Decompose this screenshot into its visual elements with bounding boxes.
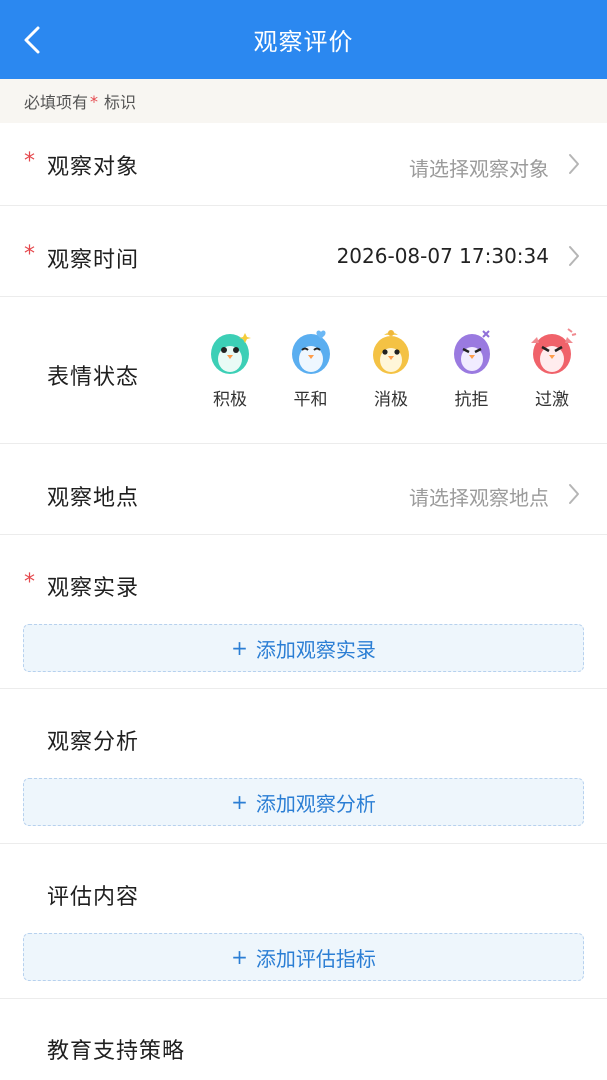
mood-label-aggressive: 过激: [535, 390, 569, 410]
analysis-row: 观察分析 + 添加观察分析: [0, 689, 607, 844]
penguin-teal-icon: [211, 333, 251, 374]
mood-option-positive[interactable]: 积极: [199, 325, 261, 410]
mood-label-calm: 平和: [293, 390, 328, 410]
mood-label-resistant: 抗拒: [454, 390, 489, 410]
target-row[interactable]: * 观察对象 请选择观察对象: [0, 123, 607, 206]
chevron-right-icon[interactable]: [567, 152, 581, 176]
penguin-purple-icon: [453, 330, 490, 374]
mood-option-negative[interactable]: 消极: [360, 325, 422, 410]
target-placeholder[interactable]: 请选择观察对象: [409, 153, 549, 182]
add-analysis-button[interactable]: + 添加观察分析: [23, 778, 584, 826]
strategy-row: 教育支持策略: [0, 999, 607, 1080]
penguin-yellow-icon: [373, 330, 409, 374]
time-label: 观察时间: [47, 248, 140, 273]
add-record-button[interactable]: + 添加观察实录: [23, 624, 584, 672]
mood-label-negative: 消极: [374, 390, 408, 410]
penguin-blue-icon: [291, 330, 330, 374]
target-label: 观察对象: [47, 155, 140, 180]
location-label: 观察地点: [47, 486, 140, 511]
record-label: 观察实录: [47, 576, 140, 601]
mood-option-aggressive[interactable]: 过激: [521, 325, 583, 410]
back-arrow-icon[interactable]: [14, 22, 50, 58]
hint-prefix: 必填项有: [24, 93, 89, 112]
location-placeholder[interactable]: 请选择观察地点: [409, 482, 549, 511]
strategy-label: 教育支持策略: [47, 1039, 186, 1064]
required-mark: *: [24, 242, 35, 267]
hint-suffix: 标识: [104, 93, 137, 112]
mood-option-resistant[interactable]: 抗拒: [441, 325, 503, 410]
required-mark: *: [24, 149, 35, 174]
add-record-label: 添加观察实录: [255, 637, 376, 662]
mood-label-positive: 积极: [213, 390, 247, 410]
hint-star: *: [90, 91, 99, 111]
plus-icon: +: [231, 945, 248, 969]
plus-icon: +: [231, 636, 248, 660]
location-row[interactable]: 观察地点 请选择观察地点: [0, 444, 607, 535]
chevron-right-icon[interactable]: [567, 244, 581, 268]
page-title: 观察评价: [253, 28, 354, 56]
time-row[interactable]: * 观察时间 2026-08-07 17:30:34: [0, 206, 607, 297]
add-assessment-label: 添加评估指标: [255, 946, 376, 971]
analysis-label: 观察分析: [47, 730, 140, 755]
mood-row: 表情状态 积极 平和 消极 抗拒 过激: [0, 297, 607, 444]
add-analysis-label: 添加观察分析: [255, 791, 376, 816]
penguin-red-icon: [531, 328, 577, 374]
assessment-row: 评估内容 + 添加评估指标: [0, 844, 607, 999]
required-hint: 必填项有 * 标识: [0, 79, 607, 123]
add-assessment-button[interactable]: + 添加评估指标: [23, 933, 584, 981]
time-value[interactable]: 2026-08-07 17:30:34: [337, 244, 549, 268]
mood-label: 表情状态: [47, 365, 140, 390]
assessment-label: 评估内容: [47, 885, 140, 910]
record-row: * 观察实录 + 添加观察实录: [0, 535, 607, 689]
navbar: 观察评价: [0, 0, 607, 79]
plus-icon: +: [231, 790, 248, 814]
required-mark: *: [24, 570, 35, 595]
mood-option-calm[interactable]: 平和: [280, 325, 342, 410]
mood-options: 积极 平和 消极 抗拒 过激: [199, 325, 583, 410]
chevron-right-icon[interactable]: [567, 482, 581, 506]
